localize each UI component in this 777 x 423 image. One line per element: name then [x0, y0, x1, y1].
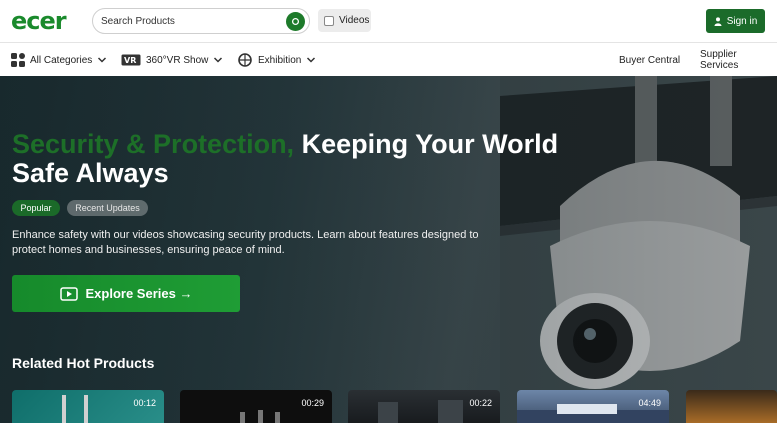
video-duration: 00:29: [301, 398, 324, 408]
chevron-down-icon: [214, 57, 223, 63]
video-duration: 04:49: [638, 398, 661, 408]
tab-recent-updates[interactable]: Recent Updates: [67, 200, 148, 216]
nav-exhibition-label: Exhibition: [258, 54, 302, 66]
product-video-thumb[interactable]: 00:22: [348, 390, 500, 423]
hero-description: Enhance safety with our videos showcasin…: [12, 229, 479, 256]
nav-vr-show-label: 360°VR Show: [146, 54, 209, 66]
product-video-thumb[interactable]: 00:29: [180, 390, 332, 423]
related-hot-products-title: Related Hot Products: [12, 355, 155, 371]
explore-series-label: Explore Series →: [85, 286, 193, 301]
hero-banner: Security & Protection, Keeping Your Worl…: [0, 76, 777, 423]
tab-popular[interactable]: Popular: [12, 200, 60, 216]
nav-buyer-central-label: Buyer Central: [619, 54, 681, 66]
product-video-thumb[interactable]: 00:12: [12, 390, 164, 423]
ecer-logo[interactable]: ecer: [11, 7, 67, 35]
hero-title: Security & Protection, Keeping Your Worl…: [12, 130, 612, 188]
nav-exhibition[interactable]: Exhibition: [237, 52, 316, 68]
video-duration: 00:22: [469, 398, 492, 408]
chevron-down-icon: [98, 57, 107, 63]
nav-all-categories[interactable]: All Categories: [11, 52, 107, 68]
search-box: [92, 8, 310, 34]
product-video-thumb[interactable]: [686, 390, 777, 423]
exhibition-icon: [238, 53, 252, 67]
videos-label: Videos: [339, 15, 370, 26]
sign-in-button[interactable]: Sign in: [706, 9, 765, 33]
explore-series-button[interactable]: Explore Series →: [12, 275, 240, 312]
main-nav: All Categories VR 360°VR Show Exhibition…: [0, 43, 777, 76]
nav-vr-show[interactable]: VR 360°VR Show: [121, 52, 223, 68]
user-icon: [714, 16, 722, 26]
nav-buyer-central[interactable]: Buyer Central: [619, 52, 680, 68]
top-header: ecer Videos Sign in: [0, 0, 777, 43]
nav-supplier-services[interactable]: Supplier Services: [700, 49, 777, 71]
search-icon: [291, 17, 300, 26]
video-play-icon: [59, 286, 78, 301]
hero-title-accent: Security & Protection,: [12, 129, 295, 159]
chevron-down-icon: [307, 57, 316, 63]
categories-grid-icon: [11, 53, 25, 67]
sign-in-label: Sign in: [726, 15, 758, 27]
nav-all-categories-label: All Categories: [30, 54, 93, 66]
product-video-thumb[interactable]: 04:49: [517, 390, 669, 423]
nav-supplier-services-label: Supplier Services: [700, 49, 739, 71]
videos-checkbox[interactable]: [324, 15, 334, 26]
search-input[interactable]: [101, 13, 281, 30]
videos-filter-toggle[interactable]: Videos: [318, 9, 371, 32]
video-duration: 00:12: [133, 398, 156, 408]
search-button[interactable]: [286, 12, 305, 31]
vr-icon: VR: [121, 54, 141, 66]
svg-text:VR: VR: [124, 56, 136, 65]
